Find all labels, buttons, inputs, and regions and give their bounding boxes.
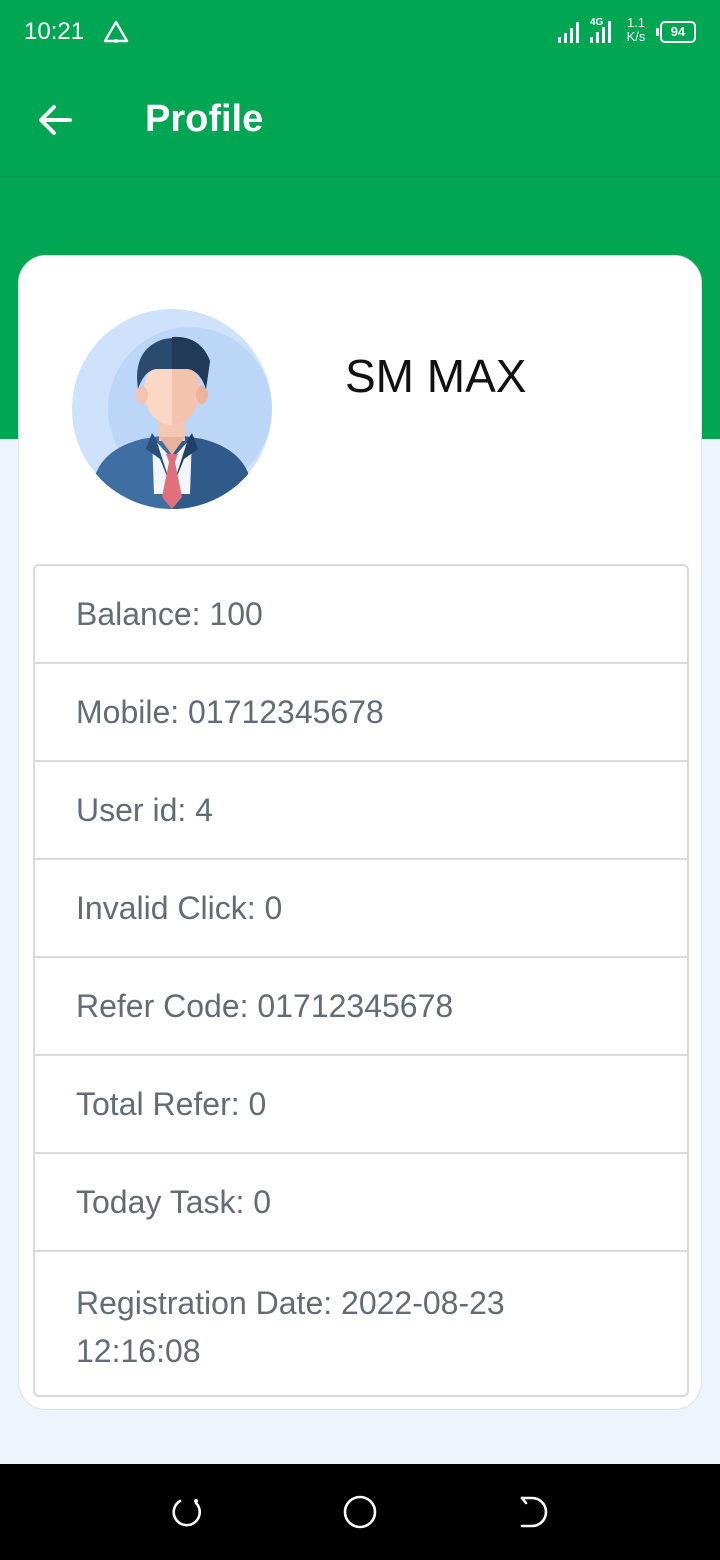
profile-card: SM MAX Balance: 100 Mobile: 01712345678 … [18,255,702,1410]
info-row-balance: Balance: 100 [35,566,687,664]
info-row-today-task: Today Task: 0 [35,1154,687,1252]
page-title: Profile [145,98,264,140]
system-nav-bar [0,1464,720,1560]
battery-icon: 94 [656,21,696,43]
back-arrow-icon[interactable] [28,90,84,150]
info-row-registration-date: Registration Date: 2022-08-23 12:16:08 [76,1285,505,1369]
svg-text:4G: 4G [590,17,604,28]
info-row-invalid-click: Invalid Click: 0 [35,860,687,958]
profile-info-list: Balance: 100 Mobile: 01712345678 User id… [33,564,689,1397]
info-row-refer-code: Refer Code: 01712345678 [35,958,687,1056]
avatar [72,309,272,509]
profile-name: SM MAX [345,350,527,402]
status-bar: 10:21 4G 1.1 K/s 94 [0,0,720,64]
home-circle-icon[interactable] [340,1494,380,1530]
alert-triangle-icon [103,20,129,43]
net-speed: 1.1 K/s [622,16,650,44]
info-row-mobile: Mobile: 01712345678 [35,664,687,762]
net-speed-value: 1.1 [626,15,646,30]
back-icon[interactable] [514,1494,554,1530]
status-time: 10:21 [24,18,85,45]
battery-level: 94 [660,21,696,43]
signal-icon [558,22,579,43]
info-row-total-refer: Total Refer: 0 [35,1056,687,1154]
app-bar: Profile [0,64,720,177]
recent-apps-icon[interactable] [166,1494,206,1530]
net-speed-unit: K/s [626,29,646,44]
network-4g-icon: 4G [590,17,611,43]
info-row-user-id: User id: 4 [35,762,687,860]
